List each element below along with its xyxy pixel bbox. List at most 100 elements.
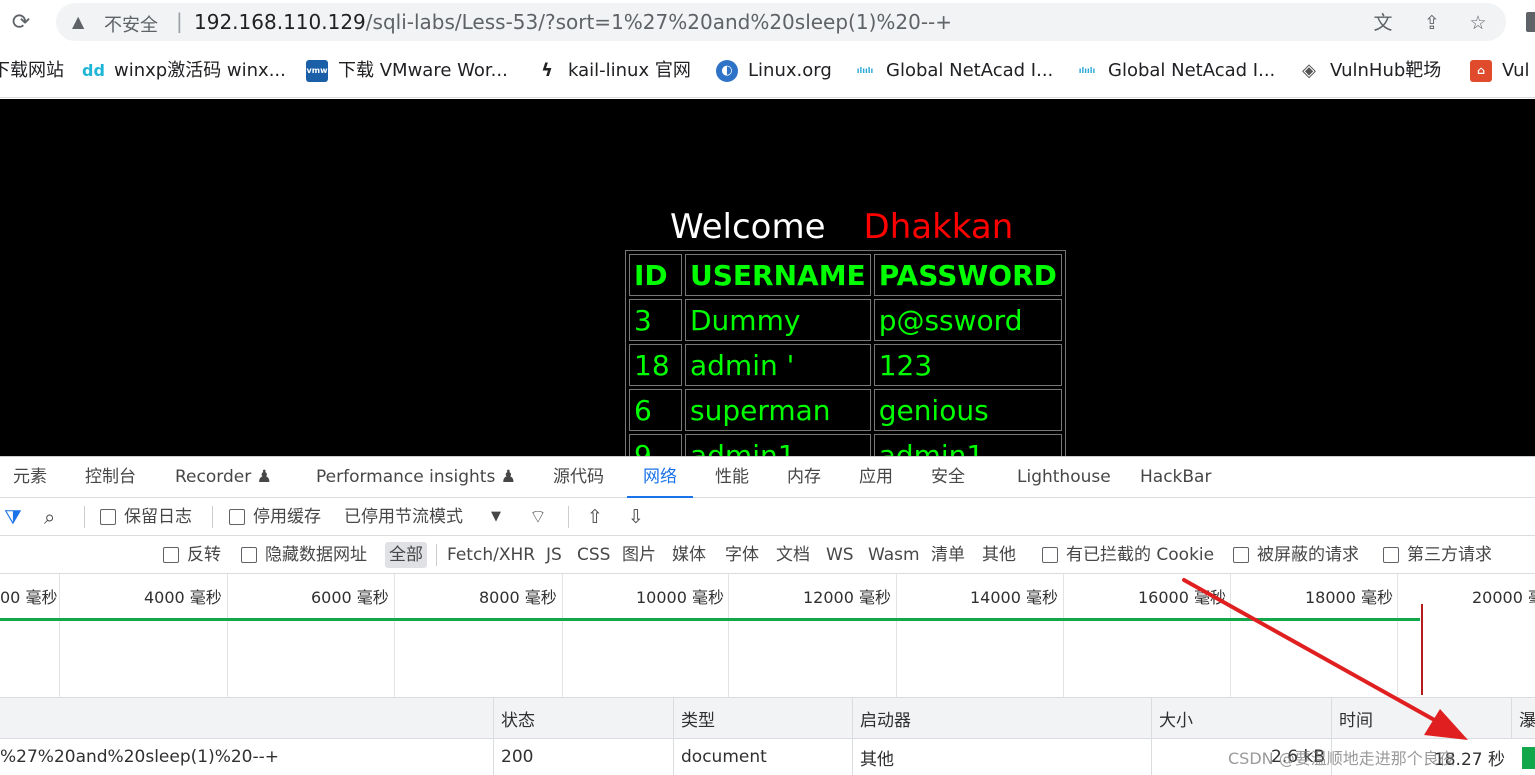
bookmark-item[interactable]: vmw 下载 VMware Wor... (306, 58, 508, 84)
checkbox-box (1383, 547, 1399, 563)
filter-img[interactable]: 图片 (618, 542, 660, 568)
blocked-requests-label: 被屏蔽的请求 (1257, 545, 1359, 565)
welcome-name: Dhakkan (863, 207, 1014, 247)
tab-memory[interactable]: 内存 (787, 457, 821, 498)
third-party-checkbox[interactable]: 第三方请求 (1383, 544, 1492, 566)
star-icon[interactable]: ☆ (1466, 11, 1490, 35)
filter-input[interactable] (0, 543, 143, 567)
search-icon[interactable]: ⌕ (44, 506, 55, 528)
request-status: 200 (493, 739, 673, 775)
timeline-tick-label: 18000 毫秒 (1305, 588, 1393, 607)
tab-network[interactable]: 网络 (627, 457, 693, 498)
blocked-cookies-checkbox[interactable]: 有已拦截的 Cookie (1042, 544, 1214, 566)
kali-dragon-icon: ϟ (541, 60, 553, 81)
tab-elements[interactable]: 元素 (13, 457, 47, 498)
filter-manifest[interactable]: 清单 (927, 542, 969, 568)
blocked-requests-checkbox[interactable]: 被屏蔽的请求 (1233, 544, 1359, 566)
toolbar-divider (436, 544, 437, 566)
preserve-log-checkbox[interactable]: 保留日志 (100, 506, 192, 528)
column-header-password: PASSWORD (873, 254, 1062, 296)
tab-performance-insights[interactable]: Performance insights ♟ (316, 457, 516, 498)
column-header-initiator[interactable]: 启动器 (852, 698, 1151, 738)
tab-console[interactable]: 控制台 (85, 457, 136, 498)
table-row: 9 admin1 admin1 (629, 434, 1062, 456)
request-initiator: 其他 (852, 739, 1151, 775)
side-panel-icon[interactable] (1526, 12, 1535, 32)
address-bar[interactable]: ▲ 不安全 | 192.168.110.129/sqli-labs/Less-5… (56, 3, 1506, 41)
column-header-type[interactable]: 类型 (673, 698, 852, 738)
flask-icon: ♟ (500, 467, 516, 487)
column-header-name[interactable] (0, 698, 493, 738)
tab-application[interactable]: 应用 (859, 457, 893, 498)
insecure-label[interactable]: 不安全 (104, 11, 158, 37)
blocked-cookies-label: 有已拦截的 Cookie (1066, 545, 1215, 565)
import-har-icon[interactable]: ⇧ (587, 506, 603, 528)
tab-security[interactable]: 安全 (931, 457, 965, 498)
table-header-row: ID USERNAME PASSWORD (629, 254, 1062, 296)
network-conditions-icon[interactable]: ⌔ (529, 506, 547, 528)
request-name[interactable]: %27%20and%20sleep(1)%20--+ (0, 739, 493, 775)
bookmark-item[interactable]: ⌂ Vul (1470, 58, 1530, 84)
bookmarks-bar: 下载网站 dd winxp激活码 winx... vmw 下载 VMware Wor… (0, 46, 1535, 98)
export-har-icon[interactable]: ⇩ (628, 506, 644, 528)
filter-media[interactable]: 媒体 (668, 542, 710, 568)
bookmark-item[interactable]: ılıılı Global NetAcad I... (854, 58, 1054, 84)
filter-all[interactable]: 全部 (385, 542, 427, 568)
disable-cache-checkbox[interactable]: 停用缓存 (229, 506, 321, 528)
tab-lighthouse[interactable]: Lighthouse (1017, 457, 1111, 498)
checkbox-box (163, 547, 179, 563)
vul-icon: ⌂ (1470, 60, 1492, 82)
filter-js[interactable]: JS (542, 542, 566, 568)
bookmark-item[interactable]: dd winxp激活码 winx... (82, 58, 286, 84)
table-row: 18 admin ' 123 (629, 344, 1062, 386)
column-header-waterfall[interactable]: 瀑 (1511, 698, 1535, 738)
load-event-marker (1421, 604, 1423, 695)
toolbar-divider (84, 506, 85, 528)
tab-sources[interactable]: 源代码 (553, 457, 604, 498)
reload-icon[interactable]: ⟳ (8, 10, 34, 36)
hide-data-urls-checkbox[interactable]: 隐藏数据网址 (241, 544, 367, 566)
filter-css[interactable]: CSS (573, 542, 614, 568)
url-text[interactable]: 192.168.110.129/sqli-labs/Less-53/?sort=… (194, 10, 952, 34)
tab-recorder[interactable]: Recorder ♟ (175, 457, 272, 498)
filter-font[interactable]: 字体 (721, 542, 763, 568)
cell-id: 6 (629, 389, 682, 431)
translate-icon[interactable]: 文 (1371, 11, 1395, 35)
network-toolbar: ⧩ ⌕ 保留日志 停用缓存 已停用节流模式 ▼ ⌔ ⇧ ⇩ (0, 498, 1535, 536)
devtools-panel: 元素 控制台 Recorder ♟ Performance insights ♟… (0, 456, 1535, 775)
bookmark-item[interactable]: ılıılı Global NetAcad I... (1076, 58, 1276, 84)
welcome-heading: Welcome Dhakkan (670, 207, 1013, 247)
filter-doc[interactable]: 文档 (772, 542, 814, 568)
bookmark-item[interactable]: ◐ Linux.org (716, 58, 832, 84)
timeline-tick-label: 14000 毫秒 (970, 588, 1058, 607)
tab-hackbar[interactable]: HackBar (1140, 457, 1211, 498)
timeline-tick-label: 20000 毫 (1472, 588, 1535, 607)
throttle-label: 已停用节流模式 (344, 507, 463, 527)
filter-other[interactable]: 其他 (978, 542, 1020, 568)
bookmark-item[interactable]: ϟ kail-linux 官网 (536, 58, 691, 84)
timeline-tick-label: 4000 毫秒 (144, 588, 222, 607)
invert-label: 反转 (187, 545, 221, 565)
checkbox-box (241, 547, 257, 563)
invert-checkbox[interactable]: 反转 (163, 544, 221, 566)
bookmark-item[interactable]: 下载网站 (0, 58, 64, 84)
column-header-time[interactable]: 时间 (1331, 698, 1511, 738)
network-overview-timeline[interactable]: 00 毫秒 4000 毫秒 6000 毫秒 8000 毫秒 10000 毫秒 1… (0, 574, 1535, 698)
warning-icon[interactable]: ▲ (72, 12, 84, 31)
column-header-status[interactable]: 状态 (493, 698, 673, 738)
filter-ws[interactable]: WS (822, 542, 858, 568)
table-header: 状态 类型 启动器 大小 时间 瀑 (0, 698, 1535, 739)
bookmark-item[interactable]: ◈ VulnHub靶场 (1298, 58, 1441, 84)
network-filter-bar: 反转 隐藏数据网址 全部 Fetch/XHR JS CSS 图片 媒体 字体 文… (0, 536, 1535, 574)
tab-performance[interactable]: 性能 (715, 457, 749, 498)
browser-toolbar: ⟳ ▲ 不安全 | 192.168.110.129/sqli-labs/Less… (0, 0, 1535, 46)
share-icon[interactable]: ⇪ (1420, 11, 1444, 35)
column-header-size[interactable]: 大小 (1151, 698, 1331, 738)
cisco-icon: ılıılı (856, 66, 874, 75)
bookmark-label: Global NetAcad I... (1108, 60, 1276, 81)
throttle-select[interactable]: 已停用节流模式 ▼ (344, 506, 501, 528)
timeline-tick-label: 6000 毫秒 (311, 588, 389, 607)
filter-fetch-xhr[interactable]: Fetch/XHR (443, 542, 539, 568)
filter-icon[interactable]: ⧩ (4, 506, 22, 528)
filter-wasm[interactable]: Wasm (864, 542, 924, 568)
